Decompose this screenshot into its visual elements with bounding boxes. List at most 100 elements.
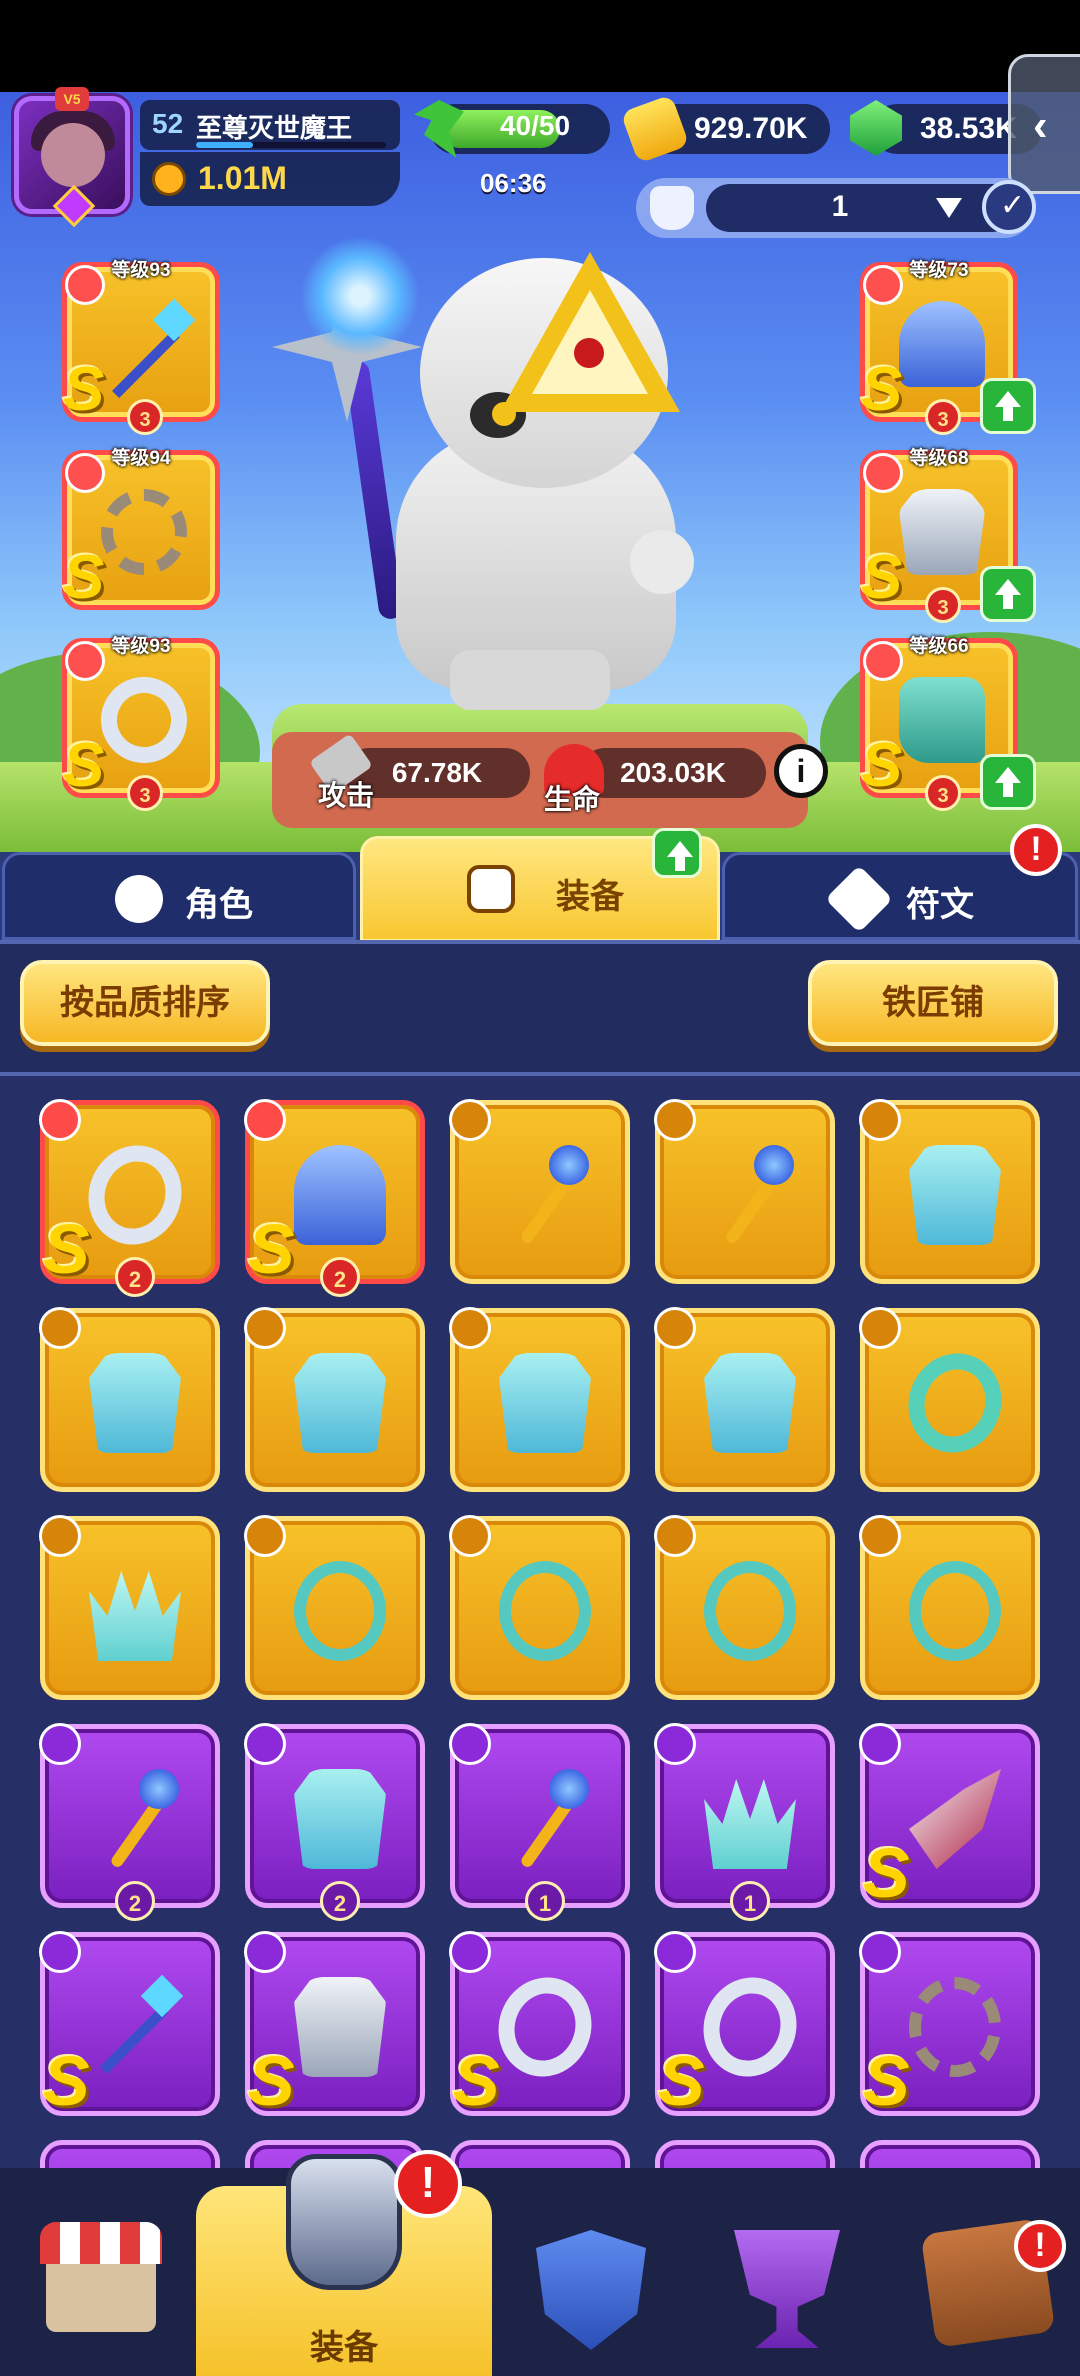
inventory-item[interactable]	[654, 1307, 835, 1492]
necklace-chain-icon	[909, 1977, 1001, 2077]
inventory-item[interactable]	[449, 1515, 630, 1700]
status-bar-area	[0, 0, 1080, 92]
inventory-item[interactable]: S	[39, 1931, 220, 2120]
upgrade-arrow-icon[interactable]	[980, 754, 1036, 810]
hero-staff-orb	[300, 236, 420, 356]
slot-level: 等级68	[909, 448, 969, 469]
player-avatar[interactable]: V5	[14, 87, 130, 228]
grade-s-mark: S	[861, 355, 903, 424]
category-icon	[244, 1307, 286, 1349]
info-button[interactable]: i	[774, 744, 828, 798]
armor-silver-icon	[294, 1977, 386, 2077]
helmet-icon	[650, 186, 694, 230]
side-drawer-tab[interactable]: ‹	[1008, 54, 1080, 194]
vip-badge: V5	[55, 87, 89, 111]
necklace-icon	[499, 1561, 591, 1661]
preset-number: 1	[831, 190, 849, 223]
tab-character[interactable]: 角色	[2, 852, 356, 940]
inventory-item[interactable]: 2	[39, 1723, 220, 1921]
equipped-slot-ring[interactable]: 等级93 S 3	[62, 636, 220, 811]
grade-s-mark: S	[63, 543, 105, 612]
spear-icon	[89, 1977, 181, 2077]
inventory-item[interactable]	[655, 2140, 835, 2168]
sort-by-quality-button[interactable]: 按品质排序	[20, 960, 270, 1046]
inventory-item[interactable]: 1	[654, 1723, 835, 1921]
inventory-item[interactable]: 2	[244, 1723, 425, 1921]
star-count: 1	[525, 1881, 565, 1921]
star-count: 2	[320, 1881, 360, 1921]
equipped-slot-necklace[interactable]: 等级94 S	[62, 448, 220, 612]
equipment-alert-badge: !	[394, 2150, 462, 2218]
staff-icon	[704, 1145, 796, 1245]
inventory-item[interactable]	[40, 2140, 220, 2168]
inventory-item[interactable]	[449, 1307, 630, 1492]
armor-icon	[909, 1145, 1001, 1245]
inventory-item[interactable]: S	[859, 1931, 1040, 2120]
crown-icon	[704, 1779, 796, 1869]
inventory-item[interactable]: S2	[39, 1099, 220, 1297]
inventory-item[interactable]	[654, 1099, 835, 1284]
hp-label: 生命	[544, 784, 601, 815]
upgrade-arrow-icon[interactable]	[980, 378, 1036, 434]
slot-level: 等级93	[111, 636, 171, 657]
inventory-item[interactable]: 1	[449, 1723, 630, 1921]
slot-level: 等级66	[909, 636, 969, 657]
nav-equipment-label: 装备	[310, 2329, 378, 2367]
inventory-item[interactable]	[450, 2140, 630, 2168]
grade-s-mark: S	[248, 2042, 295, 2120]
hero-arm	[630, 530, 694, 594]
preset-confirm-button[interactable]: ✓	[982, 180, 1036, 234]
inventory-item[interactable]	[244, 1307, 425, 1492]
inventory-item[interactable]: S2	[244, 1099, 425, 1297]
category-icon	[39, 1723, 81, 1765]
crown-icon	[89, 1571, 181, 1661]
category-icon	[449, 1515, 491, 1557]
xp-bar-fill	[196, 142, 253, 148]
category-icon	[449, 1931, 491, 1973]
inventory-item[interactable]	[859, 1515, 1040, 1700]
inventory-item[interactable]	[39, 1515, 220, 1700]
category-icon	[39, 1099, 81, 1141]
grade-s-mark: S	[43, 2042, 90, 2120]
inventory-item[interactable]	[244, 1515, 425, 1700]
star-count: 2	[115, 1257, 155, 1297]
caret-down-icon[interactable]	[936, 198, 962, 218]
necklace-icon	[704, 1561, 796, 1661]
inventory-item[interactable]: S	[859, 1723, 1040, 1912]
category-icon	[654, 1515, 696, 1557]
category-icon	[244, 1931, 286, 1973]
gem-value: 38.53K	[920, 112, 1017, 145]
attack-label: 攻击	[318, 780, 375, 811]
inventory-item[interactable]	[859, 1307, 1040, 1492]
power-value: 1.01M	[198, 160, 287, 196]
staff-icon	[499, 1145, 591, 1245]
hp-pill: 203.03K	[580, 748, 766, 798]
upgrade-arrow-icon	[652, 828, 702, 878]
necklace-icon	[101, 489, 187, 575]
avatar-face	[41, 123, 105, 187]
hero-pyramid-eye	[574, 338, 604, 368]
inventory-item[interactable]	[449, 1099, 630, 1284]
inventory-item[interactable]: S	[449, 1931, 630, 2120]
inventory-item[interactable]	[859, 1099, 1040, 1284]
inventory-item[interactable]	[654, 1515, 835, 1700]
category-icon	[39, 1307, 81, 1349]
grade-s-mark: S	[861, 543, 903, 612]
blacksmith-button[interactable]: 铁匠铺	[808, 960, 1058, 1046]
upgrade-arrow-icon[interactable]	[980, 566, 1036, 622]
spear-icon	[101, 301, 187, 387]
tab-equipment-label: 装备	[556, 878, 624, 916]
shop-icon[interactable]	[40, 2222, 162, 2332]
category-icon	[244, 1099, 286, 1141]
inventory-item[interactable]: S	[244, 1931, 425, 2120]
category-icon	[654, 1307, 696, 1349]
inventory-item[interactable]: S	[654, 1931, 835, 2120]
inventory-item[interactable]	[39, 1307, 220, 1492]
tab-runes-label: 符文	[906, 886, 974, 924]
grade-s-mark: S	[63, 731, 105, 800]
plane-icon	[909, 1769, 1001, 1869]
category-icon	[654, 1099, 696, 1141]
equipped-slot-weapon[interactable]: 等级93 S 3	[62, 260, 220, 435]
inventory-item[interactable]	[860, 2140, 1040, 2168]
grade-s-mark: S	[861, 731, 903, 800]
